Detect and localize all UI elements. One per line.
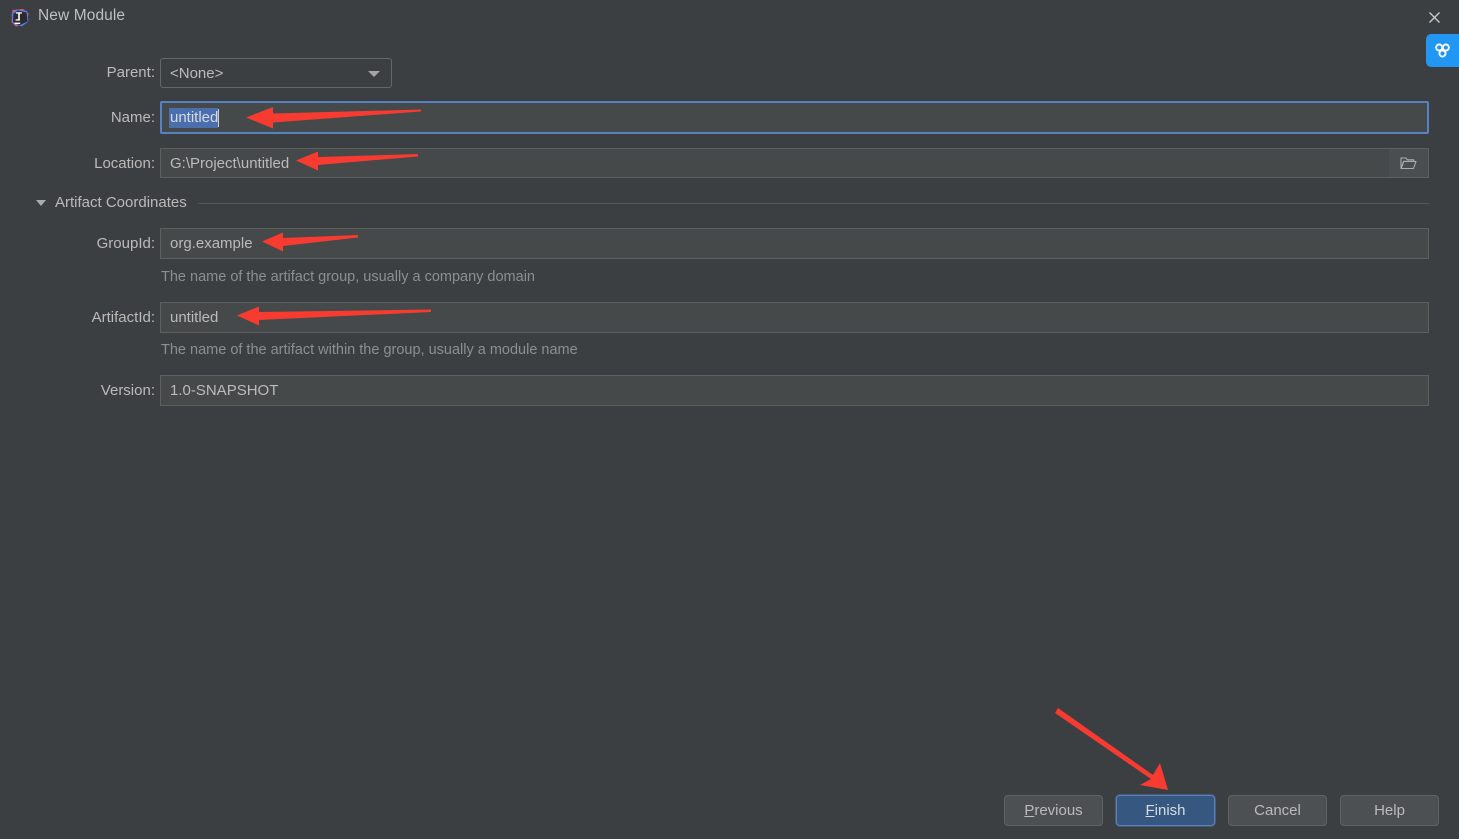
version-label: Version: [100, 382, 155, 399]
cancel-button-label: Cancel [1254, 802, 1301, 819]
groupid-hint: The name of the artifact group, usually … [161, 269, 535, 285]
finish-button-label: inish [1154, 802, 1186, 819]
name-input[interactable]: untitled [160, 101, 1429, 134]
version-input[interactable]: 1.0-SNAPSHOT [160, 375, 1429, 406]
cancel-button[interactable]: Cancel [1228, 795, 1327, 826]
arrow-to-finish-button [1055, 708, 1168, 790]
intellij-idea-icon [10, 8, 30, 28]
baidu-netdisk-icon[interactable] [1426, 34, 1459, 67]
groupid-input-value: org.example [170, 235, 253, 252]
groupid-label: GroupId: [96, 235, 155, 252]
parent-combobox[interactable]: <None> [160, 58, 392, 88]
name-input-value: untitled [169, 107, 219, 128]
groupid-input[interactable]: org.example [160, 228, 1429, 259]
text-caret [218, 108, 220, 127]
close-icon[interactable] [1423, 7, 1445, 29]
artifactid-input-value: untitled [170, 309, 219, 326]
location-input-value: G:\Project\untitled [170, 154, 290, 172]
section-divider [197, 202, 1429, 204]
chevron-down-icon [368, 71, 380, 77]
parent-combobox-value: <None> [170, 64, 224, 82]
artifactid-hint: The name of the artifact within the grou… [161, 342, 578, 358]
previous-button-mnemonic: P [1024, 802, 1035, 819]
dialog-title-bar: New Module [0, 0, 1459, 36]
previous-button-label: revious [1034, 802, 1083, 819]
artifactid-label: ArtifactId: [91, 309, 155, 326]
folder-icon[interactable] [1389, 148, 1429, 178]
version-input-value: 1.0-SNAPSHOT [170, 382, 279, 399]
new-module-dialog: New Module Parent: <None> Name: untitled… [0, 0, 1459, 839]
artifact-coordinates-section-header[interactable]: Artifact Coordinates [36, 194, 1429, 211]
location-input[interactable]: G:\Project\untitled [160, 148, 1429, 178]
chevron-down-icon [36, 199, 46, 206]
artifact-coordinates-label: Artifact Coordinates [55, 194, 187, 211]
finish-button[interactable]: Finish [1116, 795, 1215, 826]
location-label: Location: [94, 155, 155, 172]
artifactid-input[interactable]: untitled [160, 302, 1429, 333]
name-label: Name: [110, 109, 155, 126]
finish-button-mnemonic: F [1145, 802, 1155, 819]
help-button-label: Help [1374, 802, 1405, 819]
help-button[interactable]: Help [1340, 795, 1439, 826]
parent-label: Parent: [106, 64, 155, 81]
dialog-title: New Module [38, 7, 126, 24]
previous-button[interactable]: Previous [1004, 795, 1103, 826]
